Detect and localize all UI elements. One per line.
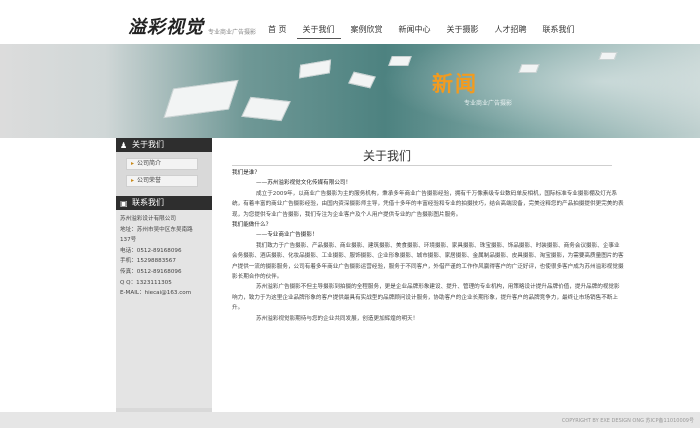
paragraph-brand: 苏州溢彩广告摄影不但主导摄影到拍摄的全程服务，更是企业品牌形象建设、提升、管理的…: [232, 284, 620, 312]
nav-item-cases[interactable]: 案例欣赏: [345, 22, 389, 38]
flying-book-image: [518, 64, 540, 73]
copyright-text: COPYRIGHT BY EXE DESIGN ONG 苏ICP备1101000…: [561, 418, 694, 424]
contact-card-icon: ▣: [120, 198, 128, 208]
contact-mobile: 手机：15298883567: [120, 258, 176, 265]
site-header: 溢彩视觉 专业商业广告摄影 首 页 关于我们 案例欣赏 新闻中心 关于摄影 人才…: [0, 0, 700, 44]
main-content: 关于我们 我们是谁？ ——苏州溢彩视觉文化传媒有限公司！ 成立于2009年，以商…: [212, 138, 684, 412]
banner: [0, 44, 700, 138]
banner-subtitle: 专业商业广告摄影: [464, 100, 513, 107]
article-body: 我们是谁？ ——苏州溢彩视觉文化传媒有限公司！ 成立于2009年，以商业广告摄影…: [232, 168, 624, 324]
flying-book-image: [348, 71, 376, 89]
sidebar-item-company-intro[interactable]: ▸ 公司简介: [126, 158, 198, 170]
page-title: 关于我们: [362, 149, 411, 163]
nav-item-photography[interactable]: 关于摄影: [441, 22, 485, 38]
logo-slogan: 专业商业广告摄影: [208, 29, 257, 36]
contact-info: 苏州溢彩设计有限公司 地址：苏州市吴中区东吴南路 137号 电话：0512-89…: [116, 210, 212, 408]
title-divider: [232, 165, 612, 166]
contact-address-cont: 137号: [120, 237, 137, 244]
logo[interactable]: 溢彩视觉 专业商业广告摄影: [128, 13, 256, 39]
paragraph-service-tagline: ——专业商业广告摄影！: [256, 232, 318, 239]
contact-address: 地址：苏州市吴中区东吴南路: [120, 226, 193, 233]
logo-text: 溢彩视觉: [128, 17, 204, 38]
paragraph-company-name: ——苏州溢彩视觉文化传媒有限公司！: [256, 180, 352, 187]
paragraph-closing: 苏州溢彩视觉影期待与您的企业共同发展，创造更加辉煌的明天！: [256, 315, 419, 322]
banner-glow: [380, 44, 700, 138]
contact-fax: 传真：0512-89168096: [120, 268, 182, 275]
users-icon: ♟: [120, 140, 128, 150]
contact-email[interactable]: E-MAIL：hiecai@163.com: [120, 288, 208, 299]
contact-qq: Q Q：1323111305: [120, 279, 172, 286]
sidebar-item-label: 公司荣誉: [137, 177, 162, 184]
flying-book-image: [598, 52, 618, 60]
about-header-label: 关于我们: [132, 140, 164, 149]
main-nav: 首 页 关于我们 案例欣赏 新闻中心 关于摄影 人才招聘 联系我们: [262, 22, 585, 39]
nav-item-contact[interactable]: 联系我们: [537, 22, 581, 38]
nav-item-jobs[interactable]: 人才招聘: [489, 22, 533, 38]
nav-item-home[interactable]: 首 页: [262, 22, 293, 38]
contact-phone: 电话：0512-89168096: [120, 247, 182, 254]
about-menu: ▸ 公司简介 ▸ 公司荣誉: [116, 152, 212, 196]
contact-header: ▣ 联系我们: [116, 196, 212, 210]
contact-company: 苏州溢彩设计有限公司: [120, 216, 176, 222]
flying-book-image: [163, 79, 239, 119]
site-footer: COPYRIGHT BY EXE DESIGN ONG 苏ICP备1101000…: [0, 412, 700, 428]
arrow-right-icon: ▸: [131, 160, 135, 167]
flying-book-image: [241, 96, 291, 122]
nav-item-news[interactable]: 新闻中心: [393, 22, 437, 38]
arrow-right-icon: ▸: [131, 177, 135, 184]
paragraph-intro: 成立于2009年，以商业广告摄影为主的服务机构，秉承多年商业广告摄影经验，拥有千…: [232, 190, 624, 218]
nav-item-about[interactable]: 关于我们: [296, 22, 341, 39]
paragraph-services: 我们致力于广告摄影、产品摄影、商业摄影、建筑摄影、美食摄影、环境摄影、家具摄影、…: [232, 242, 624, 281]
paragraph-what-we-do: 我们能做什么？: [232, 222, 272, 229]
left-sidebar: ♟ 关于我们 ▸ 公司简介 ▸ 公司荣誉 ▣ 联系我们 苏州溢彩设计有限公司 地…: [116, 138, 212, 412]
banner-title: 新闻: [432, 72, 478, 96]
flying-book-image: [388, 56, 412, 66]
paragraph-who-are-we: 我们是谁？: [232, 170, 260, 176]
sidebar-item-company-honors[interactable]: ▸ 公司荣誉: [126, 175, 198, 187]
flying-book-image: [298, 59, 332, 79]
page: 溢彩视觉 专业商业广告摄影 首 页 关于我们 案例欣赏 新闻中心 关于摄影 人才…: [0, 0, 700, 428]
about-header: ♟ 关于我们: [116, 138, 212, 152]
sidebar-item-label: 公司简介: [137, 160, 162, 167]
contact-header-label: 联系我们: [132, 198, 164, 207]
